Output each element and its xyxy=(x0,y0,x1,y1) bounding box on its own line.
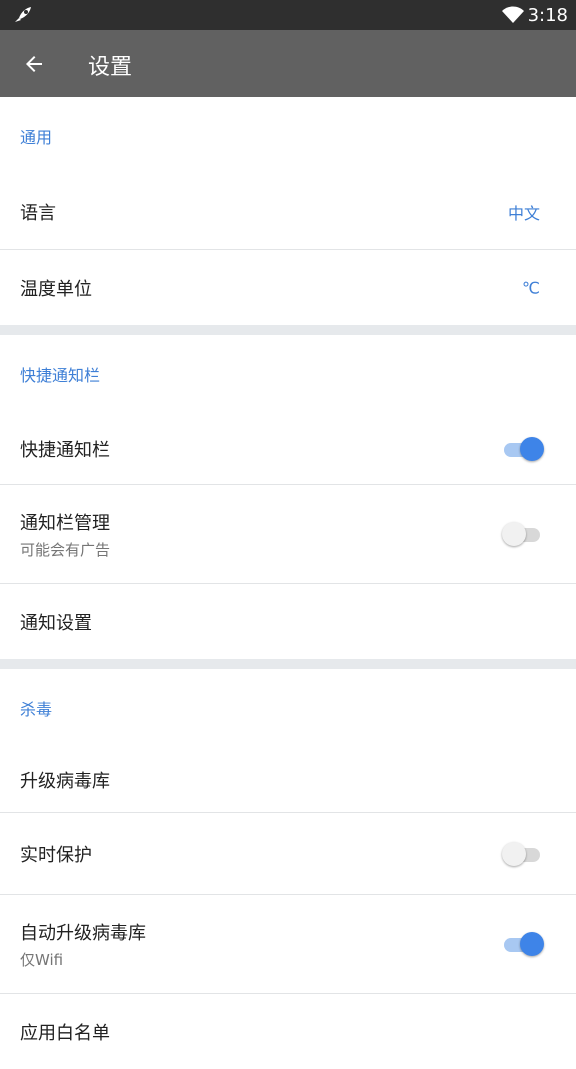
setting-label: 应用白名单 xyxy=(20,1022,110,1044)
setting-value: ℃ xyxy=(522,278,540,297)
setting-auto-update-virus-db[interactable]: 自动升级病毒库 仅Wifi xyxy=(0,895,576,994)
settings-list[interactable]: 通用 语言 中文 温度单位 ℃ 快捷通知栏 快捷通知栏 通知栏管理 可能会有广告… xyxy=(0,97,576,1069)
status-bar: 3:18 xyxy=(0,0,576,30)
toggle-switch[interactable] xyxy=(502,521,546,547)
setting-value: 中文 xyxy=(507,204,540,223)
section-header-general: 通用 xyxy=(20,128,53,147)
setting-quick-notification-bar[interactable]: 快捷通知栏 xyxy=(0,413,576,485)
toggle-switch[interactable] xyxy=(502,841,546,867)
app-bar: 设置 xyxy=(0,30,576,97)
setting-text: 通知栏管理 可能会有广告 xyxy=(20,509,110,560)
setting-label: 语言 xyxy=(20,203,56,224)
toggle-switch[interactable] xyxy=(502,436,546,462)
section-header-notification: 快捷通知栏 xyxy=(20,366,101,385)
setting-temperature-unit[interactable]: 温度单位 ℃ xyxy=(0,250,576,325)
section-header-antivirus: 杀毒 xyxy=(20,700,53,719)
setting-label: 温度单位 xyxy=(20,278,92,300)
switch-thumb xyxy=(520,932,544,956)
setting-label: 自动升级病毒库 xyxy=(20,922,146,944)
switch-thumb xyxy=(502,522,526,546)
setting-realtime-protection[interactable]: 实时保护 xyxy=(0,813,576,895)
rocket-app-icon xyxy=(15,7,31,22)
setting-text: 自动升级病毒库 仅Wifi xyxy=(20,919,146,970)
setting-subtitle: 仅Wifi xyxy=(20,950,64,969)
setting-label: 升级病毒库 xyxy=(20,770,110,792)
switch-thumb xyxy=(502,841,526,866)
status-time: 3:18 xyxy=(527,5,568,26)
toggle-switch[interactable] xyxy=(502,931,546,957)
setting-label: 快捷通知栏 xyxy=(20,439,110,461)
back-button[interactable] xyxy=(14,44,54,84)
setting-language[interactable]: 语言 中文 xyxy=(0,175,576,250)
setting-label: 通知设置 xyxy=(20,612,92,634)
setting-app-whitelist[interactable]: 应用白名单 xyxy=(0,994,576,1069)
setting-label: 实时保护 xyxy=(20,844,92,866)
arrow-left-icon xyxy=(26,56,42,72)
setting-notification-bar-manage[interactable]: 通知栏管理 可能会有广告 xyxy=(0,485,576,584)
switch-thumb xyxy=(520,436,544,461)
setting-label: 通知栏管理 xyxy=(20,512,110,534)
section-divider xyxy=(0,659,576,669)
setting-subtitle: 可能会有广告 xyxy=(20,540,111,559)
wifi-icon xyxy=(502,6,524,23)
page-title: 设置 xyxy=(88,55,133,80)
section-divider xyxy=(0,325,576,335)
setting-notification-settings[interactable]: 通知设置 xyxy=(0,584,576,659)
setting-update-virus-db[interactable]: 升级病毒库 xyxy=(0,747,576,813)
